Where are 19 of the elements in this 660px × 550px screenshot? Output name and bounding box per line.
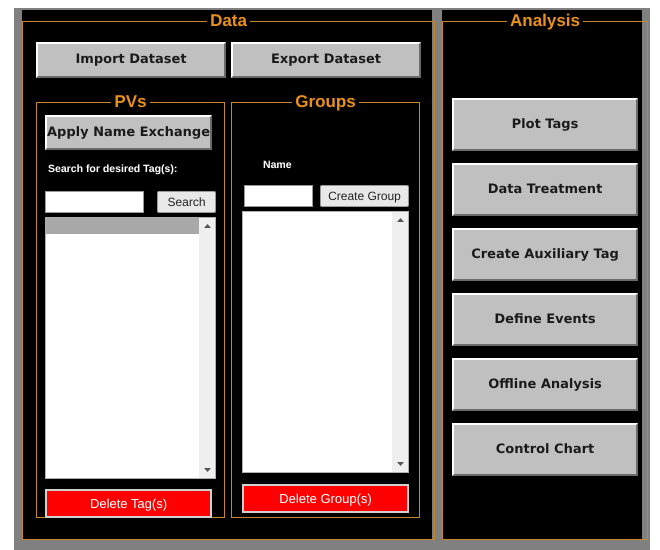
- analysis-button[interactable]: Offline Analysis: [452, 358, 638, 411]
- analysis-button[interactable]: Control Chart: [452, 423, 638, 476]
- analysis-button[interactable]: Plot Tags: [452, 98, 638, 151]
- panel-title: Data: [209, 12, 248, 30]
- name-label: Name: [263, 158, 293, 173]
- dataset-button[interactable]: Import Dataset: [36, 42, 226, 78]
- group-title: Groups: [294, 93, 357, 111]
- analysis-button[interactable]: Create Auxiliary Tag: [452, 228, 638, 281]
- delete-groups-button[interactable]: Delete Group(s): [242, 484, 409, 513]
- delete-tags-button[interactable]: Delete Tag(s): [45, 488, 212, 518]
- create-group-button[interactable]: Create Group: [320, 184, 409, 207]
- search-label: Search for desired Tag(s):: [48, 162, 178, 177]
- apply-name-exchange-button[interactable]: Apply Name Exchange: [45, 115, 212, 150]
- panel-title: Analysis: [509, 12, 581, 30]
- search-button[interactable]: Search: [157, 190, 216, 213]
- analysis-button[interactable]: Define Events: [452, 293, 638, 346]
- analysis-button[interactable]: Data Treatment: [452, 163, 638, 216]
- group-title: PVs: [113, 93, 148, 111]
- dataset-button[interactable]: Export Dataset: [231, 42, 421, 78]
